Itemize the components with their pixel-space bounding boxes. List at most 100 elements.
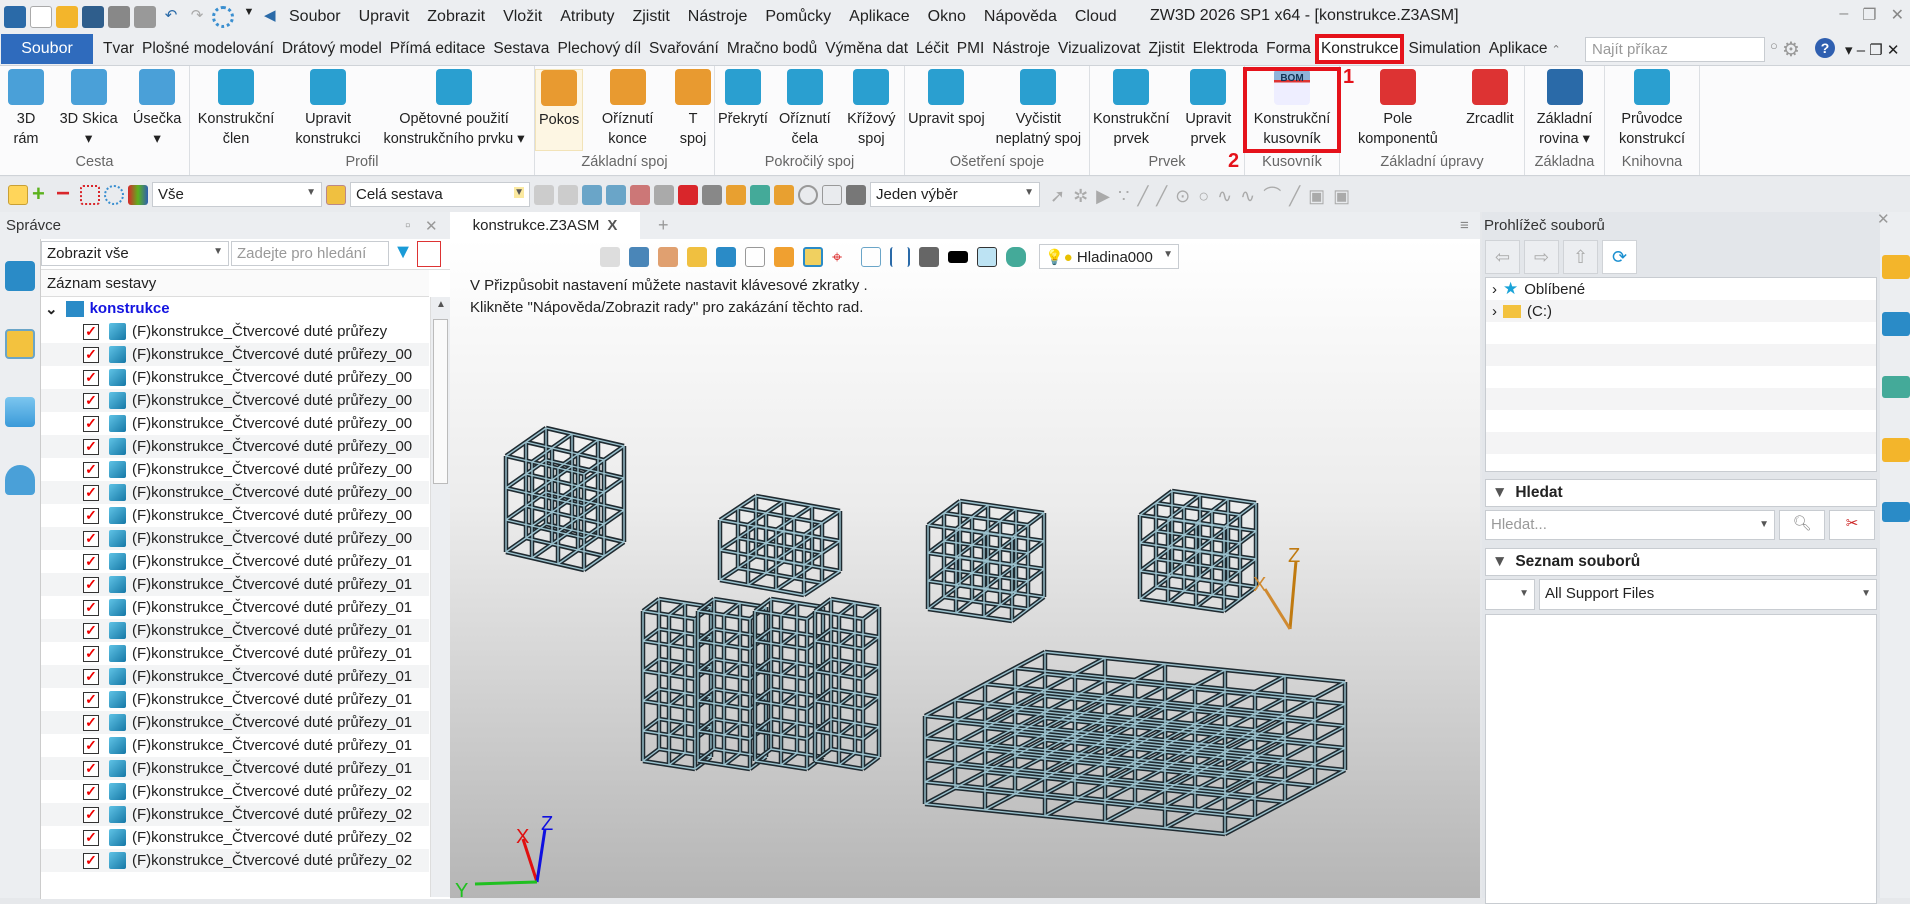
collapse-icon[interactable]: ◀ [264, 6, 276, 28]
panel-menu-icon[interactable]: ≡ [1460, 217, 1469, 234]
tool-icon[interactable] [606, 184, 626, 205]
visibility-checkbox[interactable]: ✓ [83, 691, 99, 708]
steel-frame[interactable] [922, 649, 1348, 837]
tree-item[interactable]: ✓ (F)konstrukce_Čtvercové duté průřezy_01 [41, 550, 429, 573]
tree-item[interactable]: ✓ (F)konstrukce_Čtvercové duté průřezy_01 [41, 665, 429, 688]
ribbon-button[interactable]: Základní rovina ▾ [1525, 69, 1604, 151]
new-file-icon[interactable] [30, 5, 52, 28]
visibility-checkbox[interactable]: ✓ [83, 530, 99, 547]
folder-row[interactable]: › ★ Oblíbené [1486, 278, 1876, 300]
layers-icon[interactable] [1882, 376, 1910, 398]
float-icon[interactable]: ▫ [405, 217, 410, 234]
chevron-right-icon[interactable]: › [1492, 281, 1497, 298]
menu-item[interactable]: Okno [919, 8, 975, 26]
tree-item[interactable]: ✓ (F)konstrukce_Čtvercové duté průřezy_00 [41, 389, 429, 412]
ribbon-button[interactable]: Opětovné použití konstrukčního prvku ▾ [374, 69, 534, 151]
visibility-checkbox[interactable]: ✓ [83, 622, 99, 639]
customize-dropdown-icon[interactable]: ▼ [238, 6, 260, 28]
filter-icon[interactable] [128, 184, 148, 205]
visibility-checkbox[interactable]: ✓ [83, 553, 99, 570]
scroll-up-icon[interactable]: ▲ [436, 299, 446, 310]
refresh-icon[interactable]: ⟳ [1602, 240, 1637, 274]
redo-icon[interactable]: ↷ [186, 6, 208, 28]
steel-frame[interactable] [1137, 488, 1259, 614]
collapse-ribbon-icon[interactable]: ⌃ [1551, 43, 1560, 56]
filter-icon[interactable]: ▼ [391, 241, 415, 267]
visibility-checkbox[interactable]: ✓ [83, 806, 99, 823]
cursor-icon[interactable] [678, 184, 698, 205]
visibility-checkbox[interactable]: ✓ [83, 645, 99, 662]
tool-icon[interactable] [654, 184, 674, 205]
clear-search-icon[interactable]: ✂ [1829, 510, 1875, 540]
forward-icon[interactable]: ⇨ [1524, 240, 1559, 274]
close-icon[interactable]: ✕ [1891, 5, 1904, 25]
add-tab-button[interactable]: + [658, 215, 669, 236]
search-icon[interactable]: ○ [1770, 38, 1778, 53]
scrollbar-thumb[interactable] [433, 319, 448, 484]
file-search-input[interactable]: Hledat... ▼ [1485, 510, 1775, 540]
tab-9[interactable]: Léčit [912, 34, 953, 64]
visibility-checkbox[interactable]: ✓ [83, 461, 99, 478]
tab-16[interactable]: Konstrukce [1314, 34, 1405, 64]
tree-item[interactable]: ✓ (F)konstrukce_Čtvercové duté průřezy_02 [41, 826, 429, 849]
model-scene[interactable]: XZYZX [450, 239, 1480, 898]
ribbon-button[interactable]: BOM Konstrukční kusovník [1243, 67, 1341, 153]
tree-item[interactable]: ✓ (F)konstrukce_Čtvercové duté průřezy_01 [41, 619, 429, 642]
visibility-checkbox[interactable]: ✓ [83, 576, 99, 593]
visibility-checkbox[interactable]: ✓ [83, 852, 99, 869]
part-library-icon[interactable] [1882, 502, 1910, 522]
ribbon-button[interactable]: Upravit prvek [1173, 69, 1244, 151]
ribbon-button[interactable]: 3D rám [0, 69, 52, 151]
visibility-checkbox[interactable]: ✓ [83, 760, 99, 777]
tree-item[interactable]: ✓ (F)konstrukce_Čtvercové duté průřezy_02 [41, 803, 429, 826]
menu-item[interactable]: Zjistit [623, 8, 678, 26]
tool-icon[interactable] [822, 184, 842, 205]
visibility-checkbox[interactable]: ✓ [83, 484, 99, 501]
ribbon-button[interactable]: Úsečka ▾ [125, 69, 189, 151]
visibility-checkbox[interactable]: ✓ [83, 783, 99, 800]
tree-item[interactable]: ✓ (F)konstrukce_Čtvercové duté průřezy_01 [41, 757, 429, 780]
tree-item[interactable]: ✓ (F)konstrukce_Čtvercové duté průřezy_01 [41, 596, 429, 619]
tab-6[interactable]: Svařování [645, 34, 723, 64]
menu-item[interactable]: Cloud [1066, 8, 1126, 26]
chevron-right-icon[interactable]: › [1492, 303, 1497, 320]
remove-icon[interactable]: − [56, 181, 76, 205]
close-panel-icon[interactable]: ✕ [1877, 210, 1890, 228]
ribbon-button[interactable]: Křížový spoj [839, 69, 904, 151]
visibility-checkbox[interactable]: ✓ [83, 392, 99, 409]
menu-item[interactable]: Vložit [494, 8, 551, 26]
tool-icon[interactable] [726, 184, 746, 205]
ribbon-button[interactable]: Vyčistit neplatný spoj [988, 69, 1089, 151]
ribbon-button[interactable]: Pokos [535, 69, 584, 151]
tree-root[interactable]: ⌄ konstrukce [41, 297, 429, 320]
snap-tools-icons[interactable]: ➚✲▶∵╱╱⊙○∿∿⌒╱▣▣ [1050, 182, 1358, 208]
up-icon[interactable]: ⇧ [1563, 240, 1598, 274]
visibility-checkbox[interactable]: ✓ [83, 369, 99, 386]
menu-item[interactable]: Nástroje [679, 8, 757, 26]
ribbon-button[interactable]: Oříznutí konce [583, 69, 672, 151]
view-mode-icon[interactable]: ▼ [1485, 579, 1535, 610]
menu-item[interactable]: Atributy [551, 8, 623, 26]
ribbon-button[interactable]: Překrytí [715, 69, 771, 151]
assembly-tree-icon[interactable] [5, 261, 35, 291]
tab-17[interactable]: Simulation [1404, 34, 1484, 64]
tree-item[interactable]: ✓ (F)konstrukce_Čtvercové duté průřezy_01 [41, 734, 429, 757]
close-tab-icon[interactable]: X [607, 217, 617, 234]
add-icon[interactable]: + [32, 182, 52, 205]
tab-soubor[interactable]: Soubor [1, 34, 93, 64]
tree-item[interactable]: ✓ (F)konstrukce_Čtvercové duté průřezy_01 [41, 711, 429, 734]
ribbon-button[interactable]: Konstrukční člen [190, 69, 282, 151]
restore-icon[interactable]: ❐ [1862, 5, 1876, 25]
visibility-checkbox[interactable]: ✓ [83, 323, 99, 340]
minimize-icon[interactable]: – [1839, 5, 1848, 25]
tree-item[interactable]: ✓ (F)konstrukce_Čtvercové duté průřezy_00 [41, 366, 429, 389]
visibility-checkbox[interactable]: ✓ [83, 714, 99, 731]
open-file-icon[interactable] [56, 5, 78, 28]
steel-frame[interactable] [640, 596, 714, 772]
visibility-checkbox[interactable]: ✓ [83, 438, 99, 455]
pick-icon[interactable] [8, 184, 28, 205]
filter-select[interactable]: Vše ▼ [152, 182, 322, 207]
steel-frame[interactable] [925, 498, 1047, 624]
menu-item[interactable]: Pomůcky [756, 8, 840, 26]
tree-item[interactable]: ✓ (F)konstrukce_Čtvercové duté průřezy [41, 320, 429, 343]
